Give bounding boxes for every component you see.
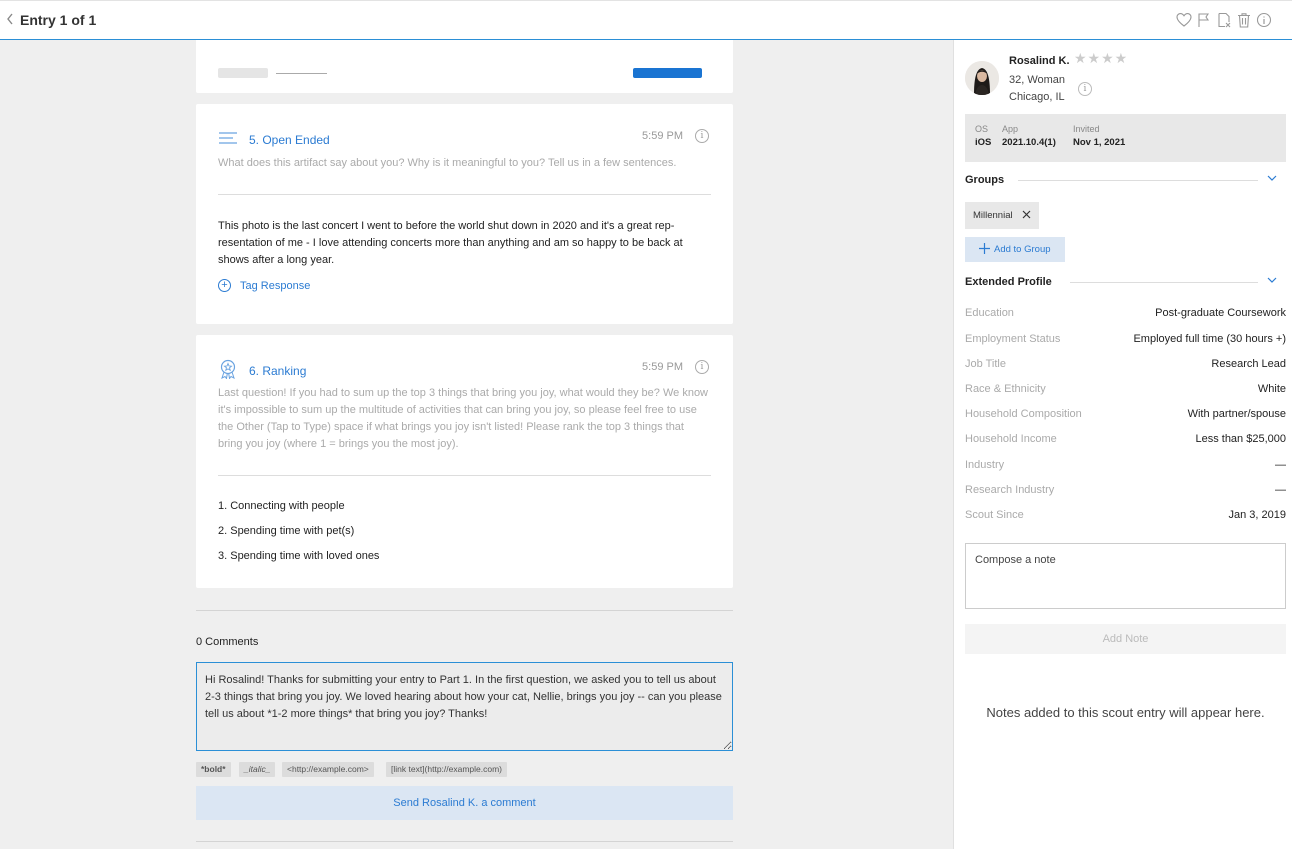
tag-response-button[interactable]: + Tag Response [218,279,310,292]
placeholder-link[interactable] [276,73,327,74]
format-hint-bold: *bold* [196,762,231,777]
question-header: 5. Open Ended [218,128,330,151]
info-icon[interactable]: i [1078,82,1092,96]
entry-main: 5. Open Ended 5:59 PM i What does this a… [0,40,953,849]
profile-row-household-composition: Household Composition With partner/spouse [965,408,1286,420]
info-icon[interactable]: i [695,360,709,374]
top-bar: Entry 1 of 1 [0,0,1292,40]
profile-sidebar: Rosalind K. ★★★★ 32, Woman Chicago, IL i… [953,40,1292,849]
avatar [965,61,999,95]
divider [1070,282,1258,283]
profile-name: Rosalind K. [1009,55,1070,67]
profile-row-industry: Industry — [965,459,1286,471]
add-note-button[interactable]: Add Note [965,624,1286,654]
profile-age-gender: 32, Woman [1009,74,1066,86]
award-icon [218,359,238,382]
add-to-group-label: Add to Group [994,244,1051,255]
question-card-6: 6. Ranking 5:59 PM i Last question! If y… [196,335,733,588]
placeholder-chip [218,68,268,78]
previous-question-card [196,40,733,93]
plus-circle-icon: + [218,279,231,292]
heart-icon[interactable] [1176,12,1192,28]
question-header: 6. Ranking [218,359,306,382]
question-prompt: What does this artifact say about you? W… [218,157,677,169]
format-hint-link: <http://example.com> [282,762,374,777]
back-chevron-icon[interactable] [6,12,18,28]
section-divider [196,841,733,842]
format-hint-italic: _italic_ [239,762,276,777]
ranking-item: 1. Connecting with people [218,500,345,512]
section-divider [196,610,733,611]
chevron-down-icon[interactable] [1267,174,1277,185]
divider [1018,180,1258,181]
format-hint-link-text: [link text](http://example.com) [386,762,508,777]
plus-icon [979,242,990,257]
ranking-item: 2. Spending time with pet(s) [218,525,355,537]
groups-title: Groups [965,174,1005,186]
info-icon[interactable]: i [695,129,709,143]
star-rating[interactable]: ★★★★ [1074,50,1128,67]
close-icon[interactable] [1022,210,1031,222]
question-card-5: 5. Open Ended 5:59 PM i What does this a… [196,104,733,324]
profile-row-scout-since: Scout Since Jan 3, 2019 [965,509,1286,521]
divider [218,194,711,195]
entry-title: Entry 1 of 1 [20,12,97,28]
send-comment-button[interactable]: Send Rosalind K. a comment [196,786,733,820]
device-meta: OS iOS App 2021.10.4(1) Invited Nov 1, 2… [965,114,1286,162]
profile-row-job-title: Job Title Research Lead [965,358,1286,370]
info-icon[interactable] [1256,12,1272,28]
comments-count: 0 Comments [196,636,259,648]
profile-row-education: Education Post-graduate Coursework [965,307,1286,319]
comment-input[interactable]: Hi Rosalind! Thanks for submitting your … [196,662,733,751]
group-chip: Millennial [965,202,1039,229]
answer-text: This photo is the last concert I went to… [218,220,683,266]
profile-location: Chicago, IL [1009,91,1065,103]
profile-row-household-income: Household Income Less than $25,000 [965,433,1286,445]
question-time: 5:59 PM [642,361,683,373]
primary-button[interactable] [633,68,702,78]
notes-empty-state: Notes added to this scout entry will app… [986,705,1265,720]
meta-invited: Invited Nov 1, 2021 [1073,124,1126,148]
flag-icon[interactable] [1196,12,1212,28]
toolbar-icons [1176,12,1272,28]
profile-row-employment: Employment Status Employed full time (30 … [965,333,1286,345]
lines-icon [218,128,238,151]
export-icon[interactable] [1216,12,1232,28]
profile-row-research-industry: Research Industry — [965,484,1286,496]
question-time: 5:59 PM [642,130,683,142]
question-title[interactable]: 6. Ranking [249,364,306,378]
divider [218,475,711,476]
ranking-item: 3. Spending time with loved ones [218,550,380,562]
question-title[interactable]: 5. Open Ended [249,133,330,147]
group-chip-label: Millennial [973,210,1013,221]
profile-row-race: Race & Ethnicity White [965,383,1286,395]
add-to-group-button[interactable]: Add to Group [965,237,1065,262]
chevron-down-icon[interactable] [1267,276,1277,287]
question-prompt: Last question! If you had to sum up the … [218,387,709,450]
tag-response-label: Tag Response [240,279,311,292]
trash-icon[interactable] [1236,12,1252,28]
extended-profile-title: Extended Profile [965,276,1052,288]
note-input[interactable]: Compose a note [965,543,1286,609]
meta-os: OS iOS [975,124,992,148]
meta-app: App 2021.10.4(1) [1002,124,1056,148]
